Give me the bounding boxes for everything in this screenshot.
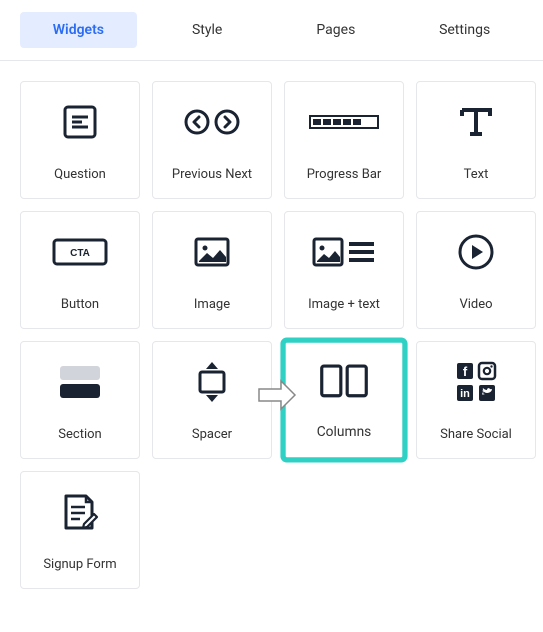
tab-settings[interactable]: Settings <box>406 12 523 48</box>
image-text-icon <box>312 220 376 283</box>
tab-widgets[interactable]: Widgets <box>20 12 137 48</box>
text-icon <box>456 90 496 153</box>
widget-label: Image + text <box>308 297 380 320</box>
previous-next-icon <box>182 90 242 153</box>
tab-style[interactable]: Style <box>149 12 266 48</box>
spacer-icon <box>194 350 230 413</box>
widget-share-social[interactable]: f in Share Social <box>416 341 536 459</box>
signup-form-icon <box>58 480 102 543</box>
video-icon <box>456 220 496 283</box>
button-icon: CTA <box>52 220 108 283</box>
widget-previous-next[interactable]: Previous Next <box>152 81 272 199</box>
image-icon <box>194 220 230 283</box>
widget-progress-bar[interactable]: Progress Bar <box>284 81 404 199</box>
widget-label: Button <box>61 297 99 320</box>
widget-label: Columns <box>317 424 372 448</box>
widget-label: Signup Form <box>43 557 116 580</box>
tab-pages[interactable]: Pages <box>278 12 395 48</box>
widget-video[interactable]: Video <box>416 211 536 329</box>
widget-label: Share Social <box>440 427 512 450</box>
widget-spacer[interactable]: Spacer <box>152 341 272 459</box>
svg-text:f: f <box>463 364 468 379</box>
widget-columns[interactable]: Columns <box>280 337 407 462</box>
section-icon <box>56 350 104 413</box>
widget-label: Progress Bar <box>307 167 382 190</box>
widget-label: Video <box>459 297 492 320</box>
tabs-bar: Widgets Style Pages Settings <box>0 0 543 61</box>
progress-bar-icon <box>309 90 379 153</box>
share-social-icon: f in <box>454 350 498 413</box>
widget-grid: Question Previous Next Progress Bar <box>0 61 543 609</box>
widget-label: Previous Next <box>172 167 252 190</box>
columns-icon <box>318 351 371 409</box>
widget-text[interactable]: Text <box>416 81 536 199</box>
widget-signup-form[interactable]: Signup Form <box>20 471 140 589</box>
widget-label: Text <box>464 167 489 190</box>
widget-label: Image <box>194 297 230 320</box>
widget-image-text[interactable]: Image + text <box>284 211 404 329</box>
widget-section[interactable]: Section <box>20 341 140 459</box>
widget-label: Section <box>58 427 101 450</box>
widget-label: Question <box>54 167 106 190</box>
question-icon <box>60 90 100 153</box>
widget-button[interactable]: CTA Button <box>20 211 140 329</box>
svg-text:in: in <box>460 388 470 400</box>
widget-question[interactable]: Question <box>20 81 140 199</box>
widget-image[interactable]: Image <box>152 211 272 329</box>
widget-label: Spacer <box>192 427 232 450</box>
svg-text:CTA: CTA <box>70 248 90 259</box>
